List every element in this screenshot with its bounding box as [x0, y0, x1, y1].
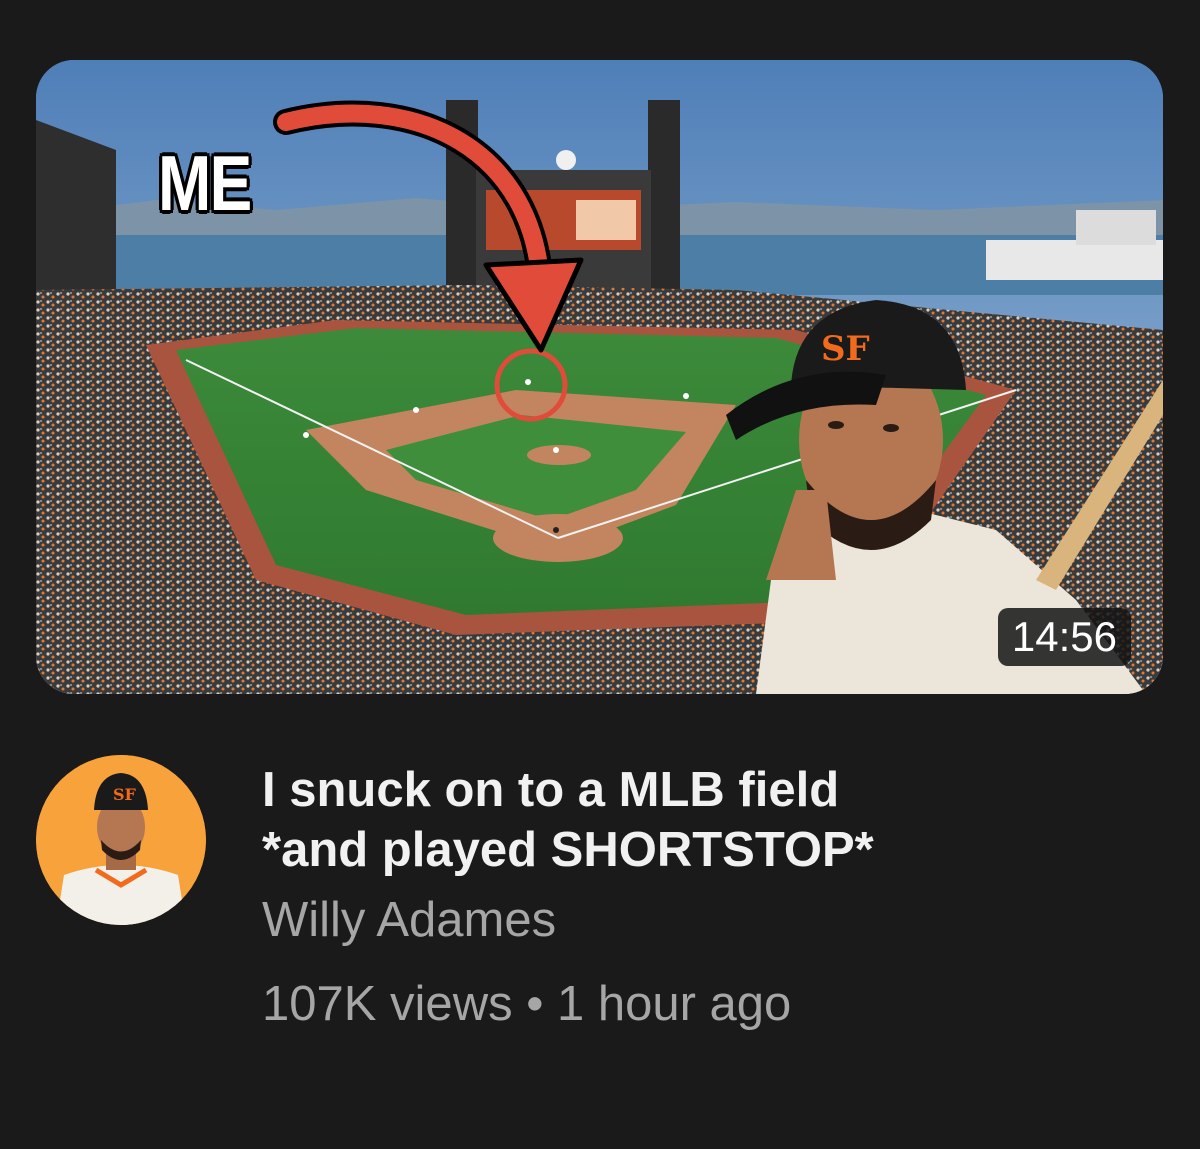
- avatar-image: SF: [36, 755, 206, 925]
- video-metadata: I snuck on to a MLB field *and played SH…: [262, 760, 1162, 1034]
- view-count: 107K views: [262, 977, 513, 1031]
- thumbnail-caption: ME: [158, 139, 252, 227]
- video-title[interactable]: I snuck on to a MLB field *and played SH…: [262, 760, 1162, 880]
- video-thumbnail[interactable]: SF ME 14:56: [36, 60, 1163, 694]
- svg-text:SF: SF: [821, 329, 870, 369]
- video-title-line-1: I snuck on to a MLB field: [262, 763, 840, 817]
- video-stats: 107K views • 1 hour ago: [262, 974, 1162, 1034]
- separator-dot: •: [526, 977, 544, 1031]
- duration-badge: 14:56: [997, 608, 1131, 666]
- svg-text:SF: SF: [113, 785, 137, 804]
- channel-name[interactable]: Willy Adames: [262, 890, 1162, 950]
- channel-avatar[interactable]: SF: [36, 755, 206, 925]
- video-title-line-2: *and played SHORTSTOP*: [262, 823, 874, 877]
- upload-age: 1 hour ago: [556, 977, 792, 1031]
